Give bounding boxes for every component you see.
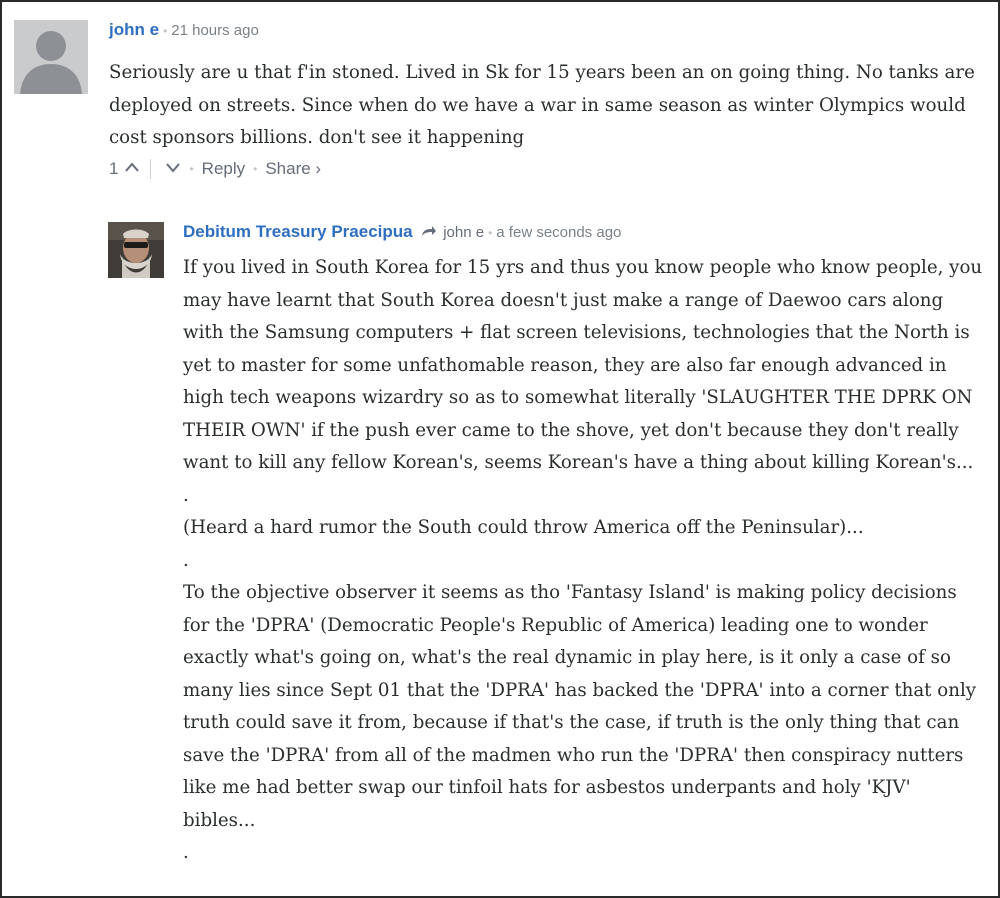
comment-paragraph: To the objective observer it seems as th… — [183, 582, 977, 831]
comment-paragraph: . — [183, 484, 189, 506]
avatar[interactable] — [108, 222, 164, 278]
meta-separator: • — [163, 24, 168, 38]
comment-text: If you lived in South Korea for 15 yrs a… — [183, 252, 988, 870]
user-photo-avatar — [108, 222, 164, 278]
action-separator: • — [253, 161, 258, 176]
comment-paragraph: . — [183, 842, 189, 863]
default-user-icon — [14, 20, 88, 94]
avatar[interactable] — [14, 20, 88, 94]
comment-body: john e • 21 hours ago Seriously are u that… — [109, 20, 989, 179]
downvote-chevron-icon[interactable] — [165, 160, 181, 178]
share-button[interactable]: Share › — [265, 159, 321, 179]
action-separator: • — [189, 161, 194, 176]
screenshot-frame: john e • 21 hours ago Seriously are u that… — [0, 0, 1000, 898]
upvote-count: 1 — [109, 158, 119, 178]
author-name[interactable]: Debitum Treasury Praecipua — [183, 222, 413, 241]
timestamp[interactable]: 21 hours ago — [171, 22, 259, 39]
comment-paragraph: If you lived in South Korea for 15 yrs a… — [183, 257, 983, 473]
meta-separator: • — [488, 226, 493, 240]
comment-text: Seriously are u that f'in stoned. Lived … — [109, 57, 989, 155]
vote-divider — [150, 158, 152, 179]
comment-paragraph: . — [183, 549, 189, 571]
reply-to-user[interactable]: john e — [443, 224, 484, 241]
reply-button[interactable]: Reply — [202, 159, 245, 179]
timestamp[interactable]: a few seconds ago — [496, 224, 621, 241]
comment-body: Debitum Treasury Praecipua john e • a few … — [183, 222, 988, 870]
comment-actions: 1 • Reply • Share › — [109, 158, 989, 179]
upvote-chevron-icon[interactable] — [124, 160, 140, 178]
reply-arrow-icon — [421, 224, 441, 241]
comment-paragraph: Seriously are u that f'in stoned. Lived … — [109, 62, 975, 148]
comment-meta: Debitum Treasury Praecipua john e • a few … — [183, 222, 988, 243]
comment-meta: john e • 21 hours ago — [109, 20, 989, 41]
comment-paragraph: (Heard a hard rumor the South could thro… — [183, 517, 864, 538]
author-name[interactable]: john e — [109, 20, 159, 39]
